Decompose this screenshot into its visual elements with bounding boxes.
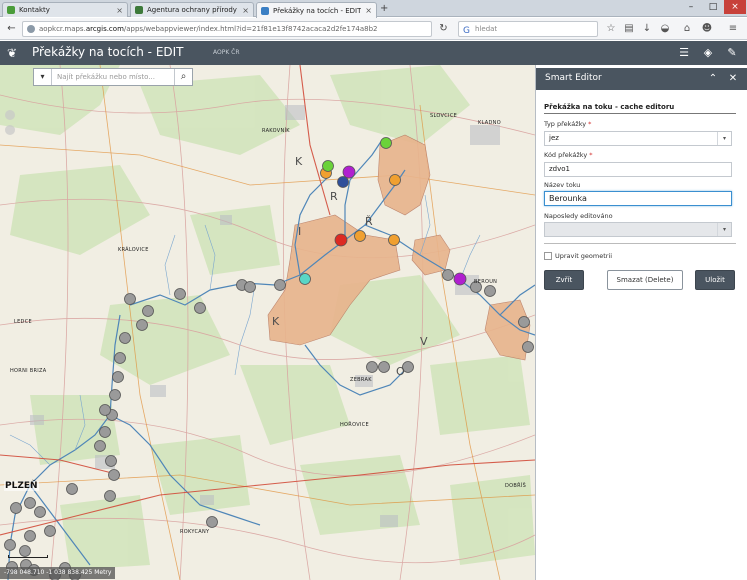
app-logo-icon: ❦: [7, 46, 18, 60]
tab-label: Agentura ochrany přírody ...: [147, 6, 239, 14]
tab-label: Kontakty: [19, 6, 50, 14]
tab-favicon-icon: [7, 6, 15, 14]
tab-favicon-icon: [135, 6, 143, 14]
delete-button[interactable]: Smazat (Delete): [607, 270, 683, 290]
map-label-horovice: HOŘOVICE: [340, 422, 369, 428]
edit-geometry-label: Upravit geometrii: [555, 252, 613, 260]
back-arrow-icon[interactable]: ←: [4, 21, 19, 36]
window-close-button[interactable]: ×: [724, 0, 746, 14]
browser-toolbar: ← aopkcr.maps.arcgis.com/apps/webappview…: [0, 18, 747, 40]
url-host: arcgis.com: [85, 25, 124, 33]
river-label: Název toku: [544, 181, 581, 189]
search-layer-dropdown-icon[interactable]: ▾: [34, 69, 52, 85]
code-label: Kód překážky *: [544, 151, 593, 159]
tab-label: Překážky na tocích - EDIT: [273, 6, 362, 15]
close-panel-icon[interactable]: ✕: [726, 72, 740, 86]
type-label: Typ překážky *: [544, 120, 592, 128]
map-search-box: ▾ ⌕: [33, 68, 193, 86]
map-region-letter: R: [330, 190, 338, 203]
map-label-dobris: DOBŘÍŠ: [505, 483, 527, 489]
map-label-kralovice: KRÁLOVICE: [118, 247, 149, 253]
map-label-zebrak: ZEBRAK: [350, 377, 372, 383]
layers-icon[interactable]: ◈: [700, 45, 716, 61]
zoom-in-button[interactable]: [5, 110, 15, 120]
type-value: jez: [549, 134, 559, 142]
save-button[interactable]: Uložit: [695, 270, 735, 290]
map-label-rakovnik: RAKOVNÍK: [262, 128, 290, 134]
app-header: ❦ Překážky na tocích - EDIT AOPK ČR ☰ ◈ …: [0, 41, 747, 65]
search-icon[interactable]: ⌕: [174, 69, 192, 85]
extension-icon[interactable]: ☻: [700, 22, 714, 36]
form-title: Překážka na toku - cache editoru: [544, 103, 675, 111]
map-label-horni-briza: HORNI BRIZA: [10, 368, 47, 374]
map-region-letter: I: [298, 225, 302, 238]
tab-contacts[interactable]: Kontakty ×: [2, 2, 128, 17]
edit-geometry-checkbox[interactable]: [544, 252, 552, 260]
map-region-letter: Ř: [365, 215, 373, 228]
bookmark-star-icon[interactable]: ☆: [604, 22, 618, 36]
menu-hamburger-icon[interactable]: ≡: [726, 22, 740, 36]
map-label-ledce: LEDCE: [14, 319, 32, 325]
map-label-slovcice: SLOVCICE: [430, 113, 458, 119]
minimize-button[interactable]: –: [680, 0, 702, 14]
layer-list-icon[interactable]: ☰: [676, 45, 692, 61]
last-edited-select: ▾: [544, 222, 732, 237]
form-divider: [544, 113, 736, 114]
tab-close-icon[interactable]: ×: [116, 6, 123, 15]
new-tab-button[interactable]: +: [380, 3, 388, 14]
home-icon[interactable]: ⌂: [680, 22, 694, 36]
reload-icon[interactable]: ↻: [436, 21, 451, 36]
map-label-kladno: KLADNO: [478, 120, 501, 126]
panel-header: Smart Editor ⌃ ✕: [536, 68, 747, 90]
tab-agentura[interactable]: Agentura ochrany přírody ... ×: [130, 2, 254, 17]
code-input[interactable]: zdvo1: [544, 162, 732, 177]
app-subtitle: AOPK ČR: [213, 49, 240, 56]
map-canvas: [0, 65, 535, 580]
map-region-letter: K: [272, 315, 280, 328]
chevron-down-icon: ▾: [717, 223, 731, 236]
last-edited-label: Naposledy editováno: [544, 212, 613, 220]
smart-editor-panel: Smart Editor ⌃ ✕ Překážka na toku - cach…: [535, 65, 747, 580]
coordinate-readout: -798 048.710 -1 038 838.425 Metry: [0, 567, 116, 579]
collapse-panel-icon[interactable]: ⌃: [706, 72, 720, 86]
type-select[interactable]: jez ▾: [544, 131, 732, 146]
reading-list-icon[interactable]: ▤: [622, 22, 636, 36]
map-region-letter: V: [420, 335, 428, 348]
tab-close-icon[interactable]: ×: [242, 6, 249, 15]
map-label-beroun: BEROUN: [474, 279, 498, 285]
scale-bar: [8, 555, 48, 558]
site-info-icon[interactable]: [27, 25, 35, 33]
form-divider-bottom: [544, 243, 736, 244]
tab-favicon-icon: [261, 6, 269, 15]
zoom-out-button[interactable]: [5, 125, 15, 135]
map-region-letter: O: [396, 365, 405, 378]
map-search-input[interactable]: [52, 69, 174, 85]
tab-close-icon[interactable]: ×: [365, 6, 372, 15]
maximize-button[interactable]: □: [702, 0, 724, 14]
edit-tool-icon[interactable]: ✎: [724, 45, 740, 61]
browser-tab-strip: Kontakty × Agentura ochrany přírody ... …: [0, 0, 747, 18]
browser-search-field[interactable]: G hledat: [458, 21, 598, 37]
chevron-down-icon[interactable]: ▾: [717, 132, 731, 145]
search-engine-icon: G: [463, 26, 470, 36]
url-path: /apps/webappviewer/index.html?id=21f81e1…: [123, 25, 378, 33]
app-title: Překážky na tocích - EDIT: [32, 45, 184, 59]
map-view[interactable]: KLADNO SLOVCICE RAKOVNÍK BEROUN KRÁLOVIC…: [0, 65, 535, 580]
tab-prekazky[interactable]: Překážky na tocích - EDIT ×: [256, 2, 377, 18]
map-label-plzen: PLZEŇ: [4, 481, 39, 491]
address-bar[interactable]: aopkcr.maps.arcgis.com/apps/webappviewer…: [22, 21, 432, 37]
browser-search-placeholder: hledat: [475, 25, 498, 33]
river-value: Berounka: [549, 194, 587, 203]
code-value: zdvo1: [549, 165, 570, 173]
map-label-rokycany: ROKYCANY: [180, 529, 210, 535]
pocket-icon[interactable]: ◒: [658, 22, 672, 36]
river-input[interactable]: Berounka: [544, 191, 732, 206]
panel-title: Smart Editor: [545, 73, 602, 83]
map-region-letter: K: [295, 155, 303, 168]
url-prefix: aopkcr.maps.: [39, 25, 86, 33]
close-button[interactable]: Zvřít: [544, 270, 584, 290]
downloads-icon[interactable]: ↓: [640, 22, 654, 36]
